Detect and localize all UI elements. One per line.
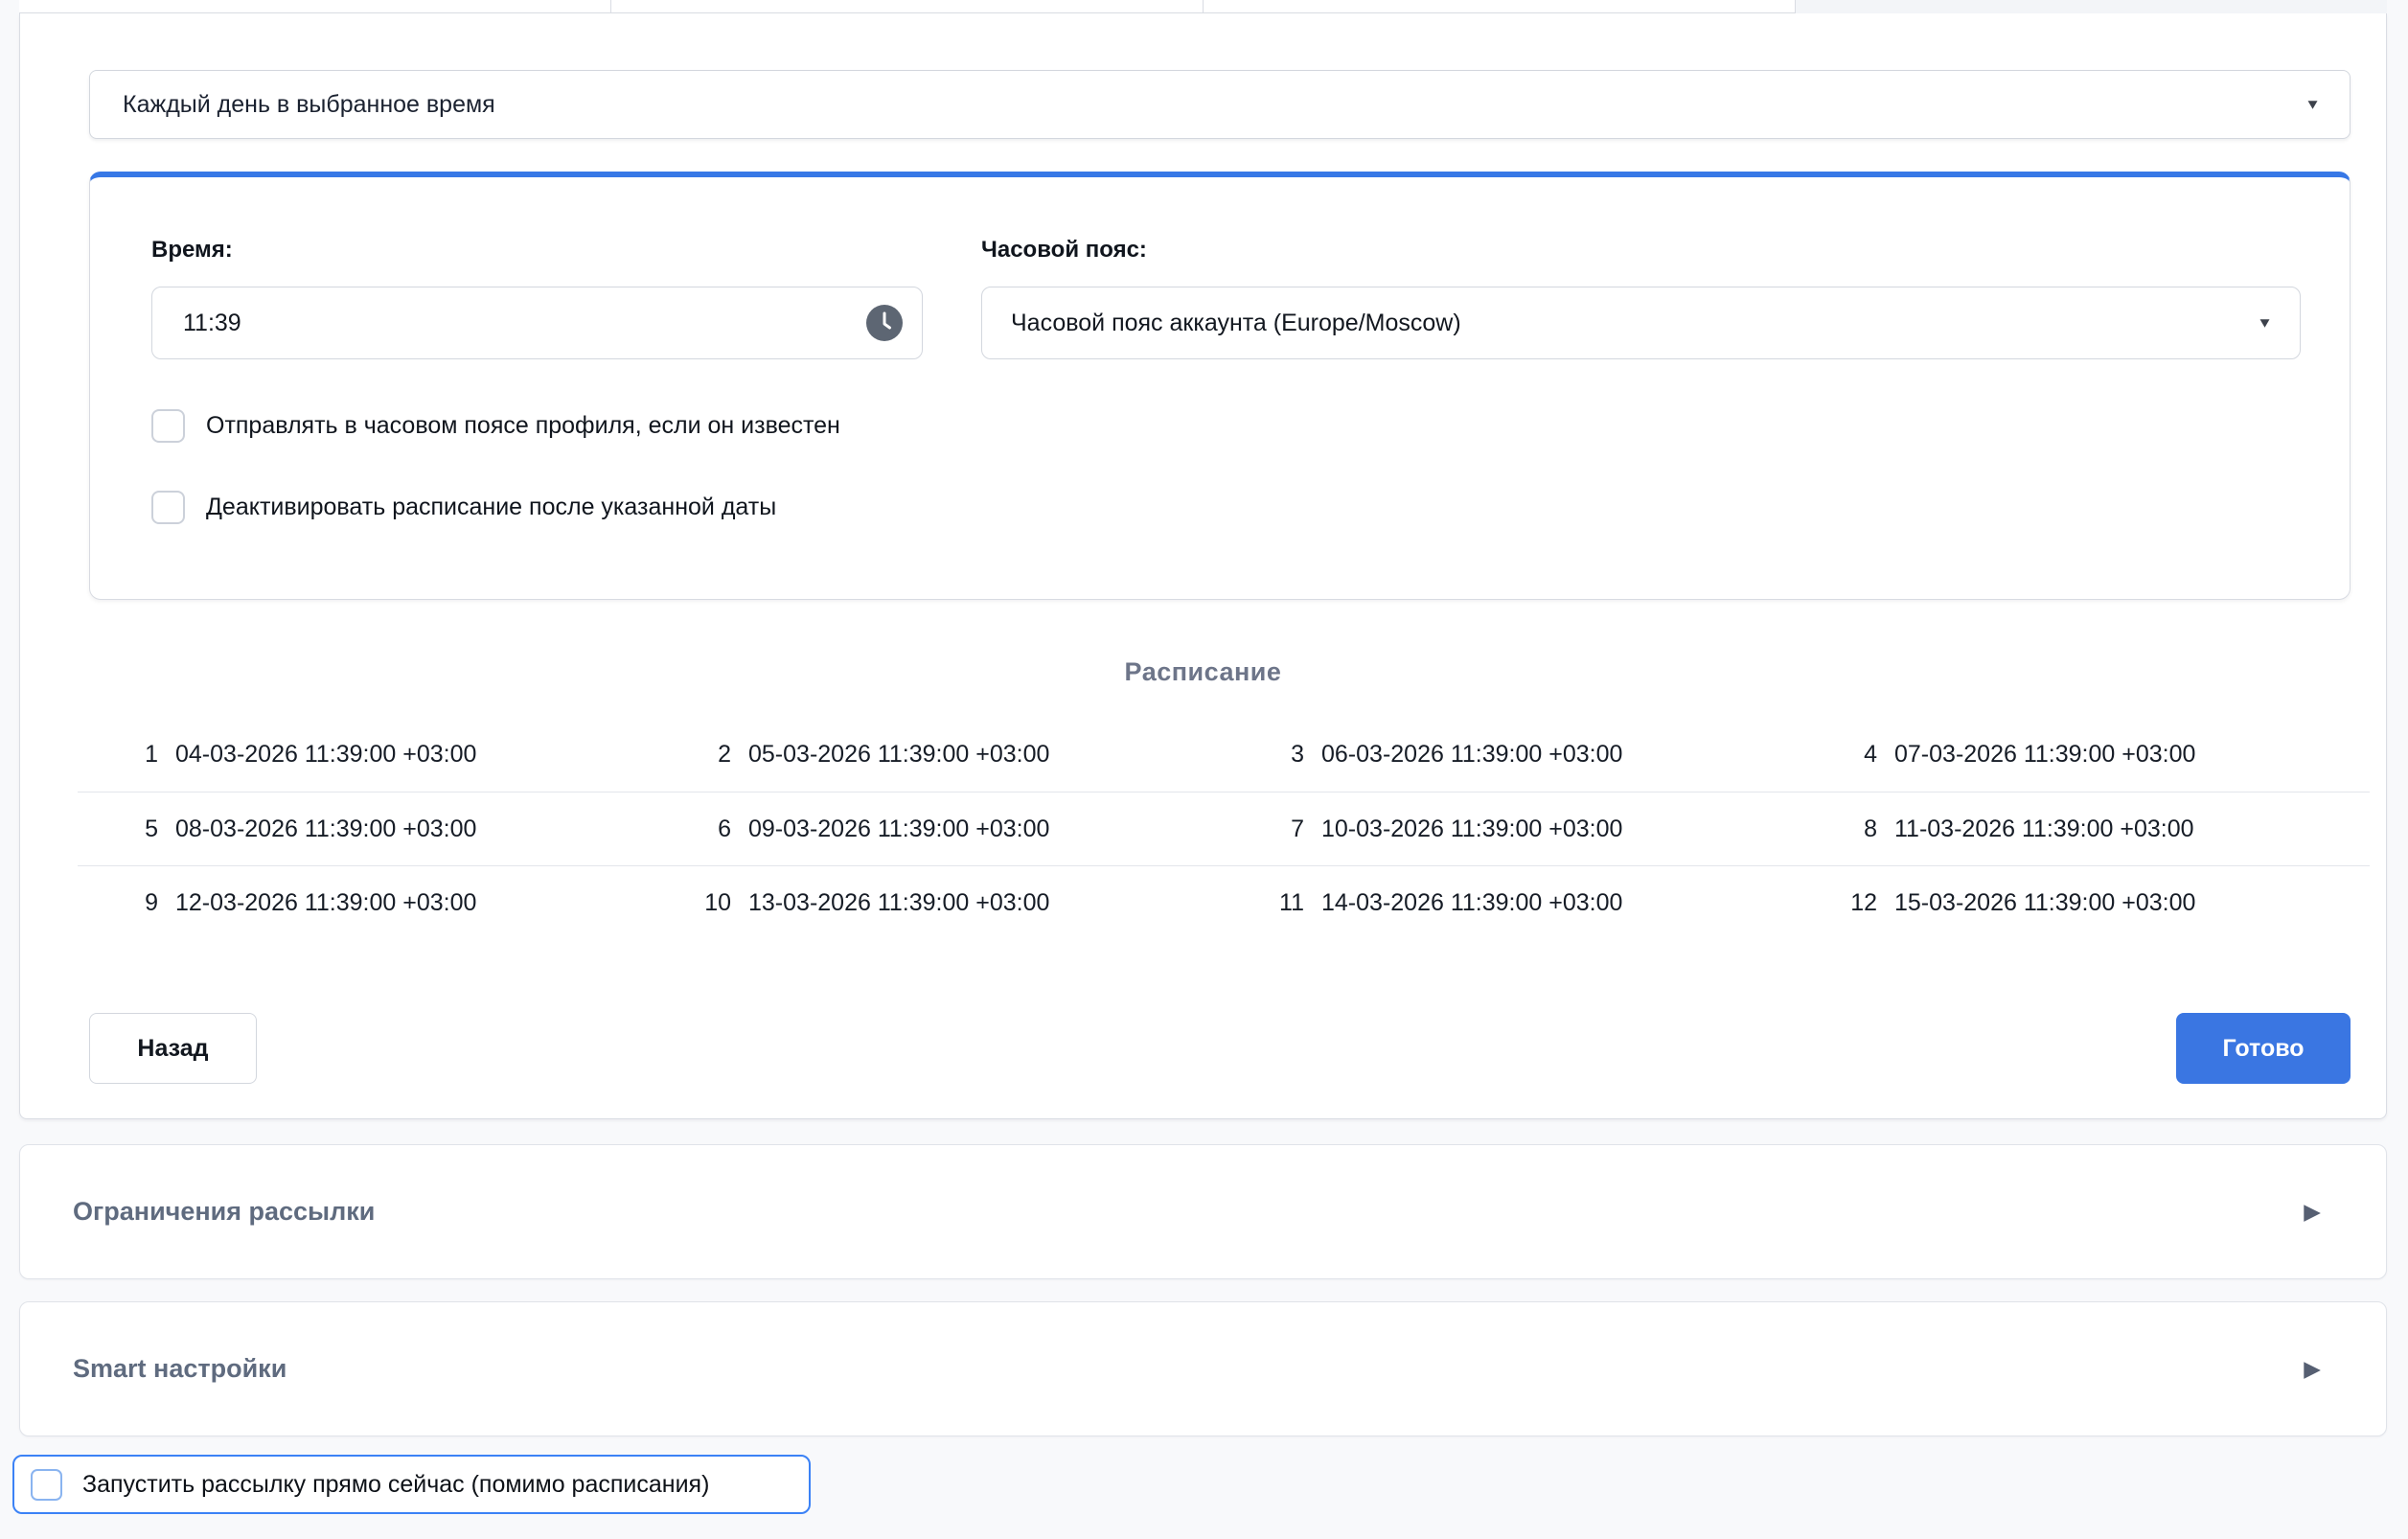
entry-number: 9 [78,889,158,917]
entry-number: 7 [1224,815,1304,843]
section-smart-settings[interactable]: Smart настройки ▶ [19,1301,2387,1436]
schedule-entry: 4 07-03-2026 11:39:00 +03:00 [1797,718,2370,792]
time-settings-panel: Время: Часовой пояс: 11:39 Часовой пояс … [89,172,2351,600]
entry-number: 4 [1797,741,1877,769]
section-title: Ограничения рассылки [73,1197,375,1227]
entry-number: 1 [78,741,158,769]
entry-number: 11 [1224,889,1304,917]
tab-segment-3[interactable] [1204,0,1796,13]
tab-segment-2[interactable] [611,0,1204,13]
profile-timezone-checkbox-label: Отправлять в часовом поясе профиля, если… [206,412,840,440]
entry-number: 12 [1797,889,1877,917]
time-input[interactable]: 11:39 [151,287,923,359]
deactivate-after-date-checkbox-row[interactable]: Деактивировать расписание после указанно… [151,491,776,524]
profile-timezone-checkbox[interactable] [151,409,185,443]
entry-number: 10 [651,889,731,917]
schedule-entry: 11 14-03-2026 11:39:00 +03:00 [1224,866,1797,939]
run-now-checkbox-label: Запустить рассылку прямо сейчас (помимо … [82,1471,709,1499]
chevron-right-icon: ▶ [2304,1199,2321,1225]
tab-segment-4[interactable] [1796,0,2387,13]
schedule-entry: 7 10-03-2026 11:39:00 +03:00 [1224,792,1797,865]
entry-datetime: 15-03-2026 11:39:00 +03:00 [1894,889,2195,917]
chevron-right-icon: ▶ [2304,1356,2321,1382]
schedule-table: 1 04-03-2026 11:39:00 +03:00 2 05-03-202… [78,718,2370,939]
schedule-entry: 10 13-03-2026 11:39:00 +03:00 [651,866,1224,939]
entry-datetime: 08-03-2026 11:39:00 +03:00 [175,815,476,843]
top-tab-strip [19,0,2387,13]
tab-segment-1[interactable] [19,0,611,13]
timezone-select[interactable]: Часовой пояс аккаунта (Europe/Moscow) ▼ [981,287,2301,359]
time-label: Время: [151,237,233,264]
run-now-checkbox[interactable] [31,1469,62,1501]
entry-datetime: 09-03-2026 11:39:00 +03:00 [748,815,1049,843]
run-now-checkbox-row[interactable]: Запустить рассылку прямо сейчас (помимо … [12,1455,811,1514]
schedule-row: 9 12-03-2026 11:39:00 +03:00 10 13-03-20… [78,865,2370,939]
done-button[interactable]: Готово [2176,1013,2351,1084]
schedule-entry: 8 11-03-2026 11:39:00 +03:00 [1797,792,2370,865]
entry-number: 8 [1797,815,1877,843]
schedule-settings-page: Каждый день в выбранное время ▼ Время: Ч… [0,0,2408,1539]
entry-datetime: 11-03-2026 11:39:00 +03:00 [1894,815,2194,843]
profile-timezone-checkbox-row[interactable]: Отправлять в часовом поясе профиля, если… [151,409,840,443]
entry-number: 3 [1224,741,1304,769]
schedule-settings-card: Каждый день в выбранное время ▼ Время: Ч… [19,13,2387,1119]
schedule-entry: 6 09-03-2026 11:39:00 +03:00 [651,792,1224,865]
entry-datetime: 14-03-2026 11:39:00 +03:00 [1321,889,1622,917]
back-button[interactable]: Назад [89,1013,257,1084]
schedule-entry: 3 06-03-2026 11:39:00 +03:00 [1224,718,1797,792]
clock-icon[interactable] [866,305,903,341]
schedule-entry: 5 08-03-2026 11:39:00 +03:00 [78,792,651,865]
entry-datetime: 04-03-2026 11:39:00 +03:00 [175,741,476,769]
entry-datetime: 06-03-2026 11:39:00 +03:00 [1321,741,1622,769]
deactivate-after-date-checkbox-label: Деактивировать расписание после указанно… [206,494,776,521]
time-value: 11:39 [183,310,241,337]
schedule-entry: 1 04-03-2026 11:39:00 +03:00 [78,718,651,792]
schedule-type-value: Каждый день в выбранное время [123,91,495,119]
entry-number: 6 [651,815,731,843]
entry-datetime: 10-03-2026 11:39:00 +03:00 [1321,815,1622,843]
schedule-type-select[interactable]: Каждый день в выбранное время ▼ [89,70,2351,139]
entry-number: 2 [651,741,731,769]
chevron-down-icon: ▼ [2257,315,2273,332]
schedule-heading: Расписание [20,657,2386,687]
schedule-row: 5 08-03-2026 11:39:00 +03:00 6 09-03-202… [78,792,2370,865]
section-mailing-limits[interactable]: Ограничения рассылки ▶ [19,1144,2387,1279]
chevron-down-icon: ▼ [2305,97,2321,113]
timezone-label: Часовой пояс: [981,237,1147,264]
entry-datetime: 05-03-2026 11:39:00 +03:00 [748,741,1049,769]
entry-datetime: 12-03-2026 11:39:00 +03:00 [175,889,476,917]
schedule-entry: 2 05-03-2026 11:39:00 +03:00 [651,718,1224,792]
deactivate-after-date-checkbox[interactable] [151,491,185,524]
schedule-row: 1 04-03-2026 11:39:00 +03:00 2 05-03-202… [78,718,2370,792]
entry-datetime: 13-03-2026 11:39:00 +03:00 [748,889,1049,917]
entry-number: 5 [78,815,158,843]
schedule-entry: 12 15-03-2026 11:39:00 +03:00 [1797,866,2370,939]
section-title: Smart настройки [73,1354,287,1384]
schedule-entry: 9 12-03-2026 11:39:00 +03:00 [78,866,651,939]
timezone-value: Часовой пояс аккаунта (Europe/Moscow) [1011,310,1461,337]
entry-datetime: 07-03-2026 11:39:00 +03:00 [1894,741,2195,769]
